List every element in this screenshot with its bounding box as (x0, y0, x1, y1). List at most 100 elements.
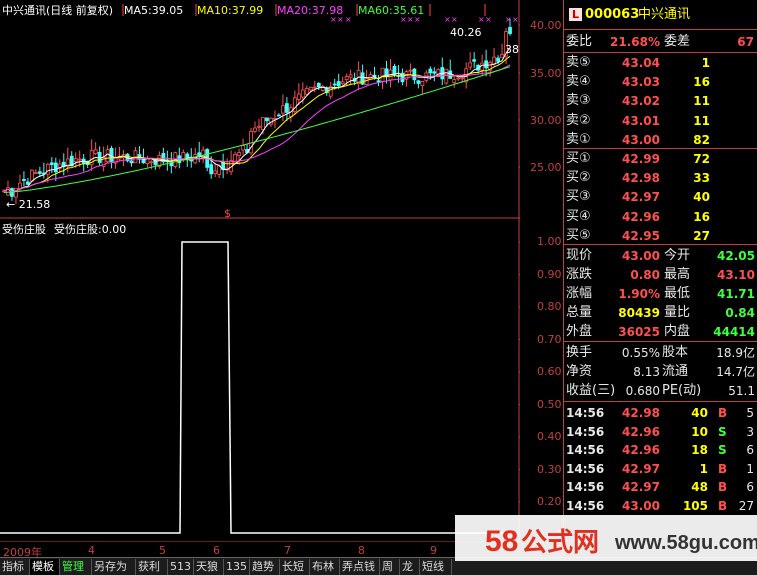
sell-price: 43.02 (622, 94, 660, 109)
tick-time: 14:56 (566, 498, 605, 513)
tab-11[interactable]: 弄点钱 (340, 559, 380, 575)
candle-body (412, 68, 417, 81)
stat-label: 内盘 (664, 324, 691, 339)
sell-price: 43.00 (622, 132, 660, 147)
tab-1[interactable]: 模板 (30, 559, 60, 575)
fund-row: 净资 8.13 流通 14.7亿 (564, 362, 756, 382)
stat-value: 0.80 (630, 268, 660, 282)
candle-body (241, 145, 245, 151)
sell-label: 卖② (566, 112, 591, 128)
chart-title: 中兴通讯(日线 前复权) (2, 4, 114, 17)
month-label: 4 (88, 544, 95, 557)
candle-body (332, 83, 337, 86)
tab-5[interactable]: 513 (168, 559, 194, 575)
sell-price: 43.04 (622, 56, 660, 70)
tick-side: S (718, 443, 727, 457)
candle-body (37, 171, 42, 174)
buy-row: 买① 42.99 72 (564, 149, 756, 169)
tick-volume: 1 (699, 461, 708, 476)
stat-label: 涨幅 (566, 286, 593, 301)
tick-time: 14:56 (566, 424, 605, 439)
candle-body (284, 103, 289, 113)
tick-count: 6 (746, 443, 754, 457)
indicator-tick: 0.60 (537, 365, 562, 378)
tab-0[interactable]: 指标 (0, 559, 30, 575)
stat-label: 最高 (664, 267, 691, 282)
weicha-value: 67 (737, 35, 754, 49)
tab-14[interactable]: 短线 (420, 559, 452, 575)
candle-body (308, 86, 313, 91)
candle-body (185, 153, 190, 159)
tab-6[interactable]: 天狼 (194, 559, 224, 575)
indicator-title: 受伤庄股 (2, 223, 46, 236)
stat-row: 外盘 36025 内盘 44414 (564, 322, 756, 342)
tick-volume: 40 (691, 406, 708, 420)
stat-value: 41.71 (717, 287, 755, 301)
watermark-cn: 公式网 (521, 528, 599, 558)
sell-volume: 82 (693, 132, 710, 147)
tick-side: B (718, 498, 728, 513)
trading-terminal: × × × × × × × × × × × × 中兴通讯(日线 前复权) MA5:39.05 MA10… (0, 0, 757, 575)
candle-body (14, 187, 18, 198)
candle-body (93, 149, 98, 154)
tab-2[interactable]: 管理 (60, 559, 92, 575)
stat-row: 涨幅 1.90% 最低 41.71 (564, 284, 756, 304)
tab-9[interactable]: 长短 (280, 559, 310, 575)
tab-13[interactable]: 龙 (400, 559, 420, 575)
stat-value: 42.05 (717, 249, 755, 263)
candle-body (77, 158, 82, 161)
sell-price: 43.01 (622, 113, 660, 128)
buy-price: 42.99 (622, 152, 660, 166)
weibi-value: 21.68% (610, 35, 660, 49)
fund-value: 0.680 (625, 384, 660, 398)
sell-row: 卖② 43.01 11 (564, 111, 756, 131)
high-price-label: 40.26 (450, 26, 482, 39)
tab-8[interactable]: 趋势 (250, 559, 280, 575)
buy-price: 42.98 (622, 171, 660, 186)
stat-label: 量比 (664, 305, 691, 320)
candle-body (73, 158, 78, 163)
candle-body (53, 162, 58, 173)
stat-row: 总量 80439 量比 0.84 (564, 303, 756, 323)
sell-label: 卖⑤ (566, 55, 591, 70)
tick-side: B (718, 480, 728, 494)
sell-label: 卖① (566, 131, 591, 147)
stock-code: 000063 (585, 7, 640, 22)
stat-row: 涨跌 0.80 最高 43.10 (564, 265, 756, 285)
candle-body (300, 89, 305, 98)
price-tick-25: 25.00 (530, 161, 562, 174)
sell-row: 卖① 43.00 82 (564, 130, 756, 150)
candle-body (340, 81, 345, 85)
indicator-tick: 0.40 (537, 430, 562, 443)
buy-volume: 27 (693, 228, 710, 243)
fund-value: 8.13 (633, 365, 660, 379)
tab-3[interactable]: 另存为 (92, 559, 136, 575)
kline-chart[interactable]: × × × × × × × × × × × × (0, 0, 520, 542)
stat-label: 今开 (664, 248, 691, 263)
buy-row: 买⑤ 42.95 27 (564, 226, 756, 246)
candle-body (213, 170, 218, 174)
watermark-num: 58 (485, 525, 518, 558)
candle-body (408, 69, 413, 72)
tick-row: 14:56 42.96 18 S 6 (564, 440, 756, 460)
site-watermark: 58 公式网 www.58gu.com (455, 515, 757, 561)
candle-body (472, 59, 477, 62)
tab-10[interactable]: 布林 (310, 559, 340, 575)
sell-row: 卖③ 43.02 11 (564, 91, 756, 111)
candle-body (420, 81, 425, 87)
tick-side: B (718, 461, 728, 476)
sell-label: 卖④ (566, 74, 591, 90)
tab-12[interactable]: 周 (380, 559, 400, 575)
tab-4[interactable]: 获利 (136, 559, 168, 575)
time-axis: 2009年 4 5 6 7 8 9 (0, 542, 520, 559)
tick-row: 14:56 42.97 48 B 6 (564, 477, 756, 497)
ma10-line (3, 55, 511, 193)
candle-body (29, 169, 34, 182)
month-label: 9 (430, 544, 437, 557)
candle-body (149, 161, 154, 164)
ma5-label: MA5:39.05 (124, 4, 184, 17)
weicha-label: 委差 (664, 34, 691, 49)
stat-value: 44414 (713, 325, 755, 339)
tab-7[interactable]: 135 (224, 559, 250, 575)
tick-time: 14:56 (566, 406, 605, 420)
